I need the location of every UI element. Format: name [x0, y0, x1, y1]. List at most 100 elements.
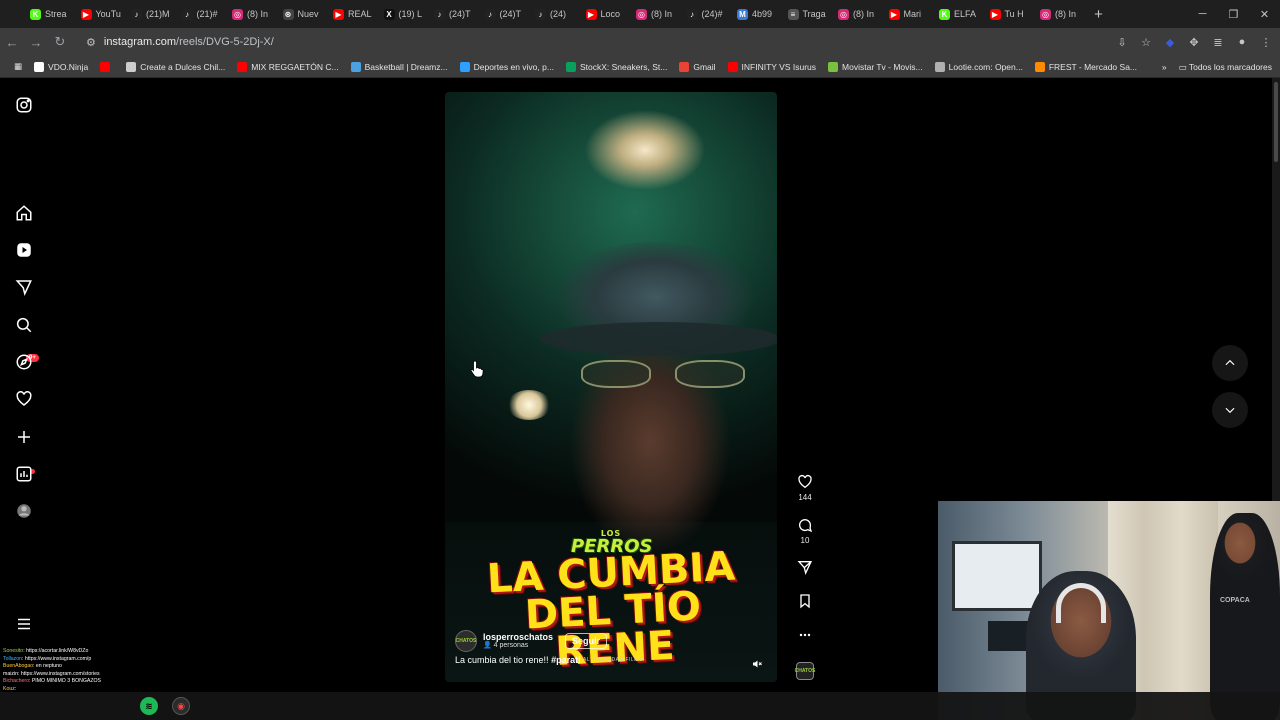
browser-tab[interactable]: K ELFA — [933, 3, 984, 25]
all-bookmarks-folder[interactable]: ▭ Todos los marcadores — [1179, 62, 1272, 73]
browser-tab[interactable]: ▶ Mari — [883, 3, 934, 25]
more-options-action[interactable] — [790, 627, 820, 643]
tab-favicon-icon: M — [737, 8, 748, 20]
browser-tab[interactable]: ◎ (8) In — [832, 3, 883, 25]
site-info-icon[interactable]: ⚙ — [86, 36, 96, 49]
minimize-icon[interactable]: ─ — [1187, 0, 1218, 28]
reel-video[interactable]: LOS PERROS LA CUMBIA DEL TÍO RENE CHATOS… — [445, 92, 777, 682]
mute-icon[interactable] — [749, 656, 765, 672]
previous-reel-button[interactable] — [1212, 345, 1248, 381]
bookmark-item[interactable]: StockX: Sneakers, St... — [560, 61, 673, 72]
bookmark-item[interactable]: Lootie.com: Open... — [929, 61, 1029, 72]
install-app-icon[interactable]: ⇩ — [1114, 34, 1130, 50]
reels-icon[interactable] — [14, 240, 34, 260]
create-plus-icon[interactable] — [14, 427, 34, 447]
share-action[interactable] — [790, 559, 820, 575]
browser-tab[interactable]: ⊛ Nuev — [277, 3, 328, 25]
bookmark-item[interactable]: Create a Dulces Chil... — [120, 61, 231, 72]
home-icon[interactable] — [14, 203, 34, 223]
bookmark-item[interactable]: Gmail — [673, 61, 721, 72]
collab-count[interactable]: 👤 4 personas — [483, 642, 553, 650]
chat-message: maizin: https://www.instagram.com/storie… — [0, 671, 135, 679]
audio-track-thumbnail[interactable]: CHATOS — [795, 662, 815, 680]
scrollbar-thumb[interactable] — [1274, 82, 1278, 162]
search-icon[interactable] — [14, 315, 34, 335]
bookmark-favicon-icon — [350, 61, 361, 72]
chat-username: BuenAbogao — [3, 663, 34, 670]
comment-icon[interactable] — [797, 517, 813, 533]
more-dots-icon[interactable] — [797, 627, 813, 643]
browser-tab[interactable]: ♪ (21)# — [176, 3, 227, 25]
browser-tab[interactable]: ▶ Loco — [580, 3, 631, 25]
like-action[interactable]: 144 — [790, 474, 820, 502]
bookmarks-overflow-icon[interactable]: » — [1162, 62, 1167, 72]
browser-tab[interactable]: ♪ (24)T — [428, 3, 479, 25]
browser-tab[interactable]: ◎ (8) In — [630, 3, 681, 25]
comment-action[interactable]: 10 — [790, 517, 820, 545]
bookmark-item[interactable]: FREST - Mercado Sa... — [1029, 61, 1143, 72]
author-name[interactable]: losperroschatos — [483, 632, 553, 642]
bookmark-item[interactable]: VDO.Ninja — [28, 61, 94, 72]
obs-icon[interactable]: ◉ — [172, 697, 190, 715]
more-menu-icon[interactable] — [14, 614, 34, 634]
tab-title: Strea — [45, 9, 67, 19]
hashtag-link[interactable]: #parati — [551, 655, 581, 665]
explore-icon[interactable] — [14, 352, 34, 372]
bookmark-item[interactable]: MIX REGGAETÓN C... — [231, 61, 344, 72]
browser-tab[interactable]: ♪ (21)M — [125, 3, 176, 25]
browser-tab[interactable]: ◎ (8) In — [1034, 3, 1085, 25]
forward-icon[interactable]: → — [24, 30, 48, 54]
share-icon[interactable] — [797, 559, 813, 575]
author-avatar[interactable]: CHATOS — [455, 630, 477, 652]
save-action[interactable] — [790, 593, 820, 609]
tab-title: Mari — [903, 9, 922, 19]
browser-tab[interactable]: ▶ Tu H — [984, 3, 1035, 25]
chat-username: maizin — [3, 670, 18, 677]
insights-icon[interactable] — [14, 464, 34, 484]
browser-tab[interactable]: ▶ REAL — [327, 3, 378, 25]
bookmark-favicon-icon — [565, 61, 576, 72]
bookmark-item[interactable]: INFINITY VS Isurus — [722, 61, 822, 72]
menu-dots-icon[interactable]: ⋮ — [1258, 34, 1274, 50]
browser-tab[interactable]: ♪ (24)# — [681, 3, 732, 25]
bookmark-item[interactable] — [94, 61, 120, 72]
bookmark-icon[interactable] — [797, 593, 813, 609]
bookmark-star-icon[interactable]: ☆ — [1138, 34, 1154, 50]
webcam-tv — [952, 541, 1042, 611]
new-tab-button[interactable]: + — [1089, 6, 1109, 23]
tab-title: Loco — [600, 9, 621, 19]
like-heart-icon[interactable] — [797, 474, 813, 490]
profile-avatar[interactable] — [14, 501, 34, 521]
bookmark-label: MIX REGGAETÓN C... — [251, 61, 339, 72]
heart-icon[interactable] — [14, 389, 34, 409]
profile-avatar-icon[interactable]: ● — [1234, 34, 1250, 50]
browser-tab[interactable]: ≡ Traga — [782, 3, 833, 25]
browser-tab[interactable]: ◎ (8) In — [226, 3, 277, 25]
bookmark-item[interactable]: Deportes en vivo, p... — [454, 61, 560, 72]
apps-grid-icon[interactable]: ▦ — [8, 61, 28, 72]
browser-tab[interactable]: ♪ (24) — [529, 3, 580, 25]
back-icon[interactable]: ← — [0, 30, 24, 54]
follow-button[interactable]: Seguir — [565, 633, 608, 649]
next-reel-button[interactable] — [1212, 392, 1248, 428]
close-window-icon[interactable]: ✕ — [1249, 0, 1280, 28]
extension-icon[interactable]: ◆ — [1162, 34, 1178, 50]
browser-tab[interactable]: M 4b99 — [731, 3, 782, 25]
toolbar-actions: ⇩ ☆ ◆ ✥ ≣ ● ⋮ — [1114, 28, 1274, 56]
extensions-puzzle-icon[interactable]: ✥ — [1186, 34, 1202, 50]
browser-tab[interactable]: ♪ (24)T — [479, 3, 530, 25]
address-bar[interactable]: ⚙ instagram.com/reels/DVG-5-2Dj-X/ — [78, 31, 1108, 53]
bookmark-item[interactable]: Basketball | Dreamz... — [345, 61, 454, 72]
tab-favicon-icon: ▶ — [989, 8, 1001, 20]
spotify-icon[interactable]: ≋ — [140, 697, 158, 715]
browser-tab[interactable]: K Strea — [24, 3, 75, 25]
browser-tab[interactable]: X (19) L — [378, 3, 429, 25]
media-controls-icon[interactable]: ≣ — [1210, 34, 1226, 50]
bookmark-item[interactable]: Movistar Tv - Movis... — [822, 61, 929, 72]
chat-message: Tollazon: https://www.instagram.com/p — [0, 656, 135, 664]
browser-tab[interactable]: ▶ YouTu — [75, 3, 126, 25]
restore-icon[interactable]: ❐ — [1218, 0, 1249, 28]
messages-icon[interactable] — [14, 277, 34, 297]
reload-icon[interactable]: ↻ — [48, 30, 72, 54]
instagram-logo-icon[interactable] — [14, 95, 34, 115]
